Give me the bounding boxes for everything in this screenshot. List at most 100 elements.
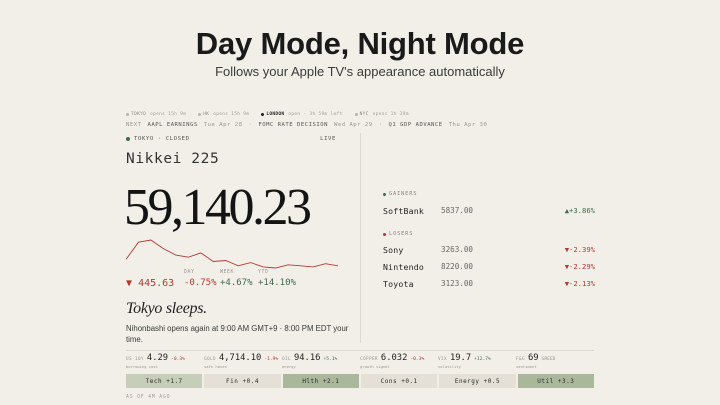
stock-change: ▼-2.39% [564,245,595,254]
status-dot-icon [126,137,130,141]
ticker-fear-greed[interactable]: F&G 69 GREED sentiment [516,353,594,369]
event-date: Tue Apr 28 [203,122,243,128]
change-points-value: 445.63 [138,278,175,289]
event-date: Thu Apr 30 [448,122,488,128]
stock-change: ▼-2.29% [564,262,595,271]
loser-row[interactable]: Nintendo 8220.00 ▼-2.29% [383,258,595,275]
losers-dot-icon [383,232,386,236]
market-status: opens 15h 9m [150,112,187,117]
ticker-symbol: US 10Y [126,357,144,362]
tagline: Tokyo sleeps. [126,300,207,317]
event-name[interactable]: FOMC RATE DECISION [258,122,328,128]
stock-name: Nintendo [383,261,425,272]
index-name: Nikkei 225 [126,151,220,167]
event-date: Wed Apr 29 [333,122,373,128]
stock-name: Toyota [383,278,414,289]
loser-row[interactable]: Toyota 3123.00 ▼-2.13% [383,275,595,292]
stock-name: Sony [383,244,404,255]
sector-tile-energy[interactable]: Energy +0.5 [439,374,516,388]
stat-value: +14.10% [258,278,296,288]
next-label: NEXT [126,122,142,128]
price-sparkline [126,239,338,269]
gainers-dot-icon [383,192,386,196]
stat-day: DAY -0.75% [184,270,220,289]
market-status-dot-icon [126,113,129,116]
ticker-gold[interactable]: GOLD 4,714.10 -1.9% safe haven [204,353,282,369]
losers-title: LOSERS [389,231,414,237]
loser-row[interactable]: Sony 3263.00 ▼-2.39% [383,241,595,258]
index-price: 59,140.23 [124,179,312,236]
ticker-oil[interactable]: OIL 94.16 +5.1% energy [282,353,360,369]
sector-tile-health[interactable]: Hlth +2.1 [282,374,359,388]
stat-value: +4.67% [220,278,253,288]
macro-tickers: US 10Y 4.29 -0.3% borrowing cost GOLD 4,714… [126,353,594,369]
market-name: HK [203,112,210,117]
opens-text: Nihonbashi opens again at 9:00 AM GMT+9 … [126,324,349,344]
stat-week: WEEK +4.67% [220,270,258,289]
event-name[interactable]: AAPL EARNINGS [147,122,197,128]
gainers-section: GAINERS SoftBank 5837.00 ▲+3.86% [383,191,595,219]
event-separator: · [378,122,383,128]
sparkline-path [126,239,338,269]
ticker-change: -1.9% [264,357,279,362]
ticker-vix[interactable]: VIX 19.7 +12.7% volatility [438,353,516,369]
stat-label: YTD [258,270,269,275]
index-stats: ▼ 445.63 DAY -0.75% WEEK +4.67% YTD +14.… [126,270,298,289]
ticker-symbol: VIX [438,357,447,362]
as-of-timestamp: AS OF 4M AGO [126,395,171,400]
ticker-caption: energy [282,364,296,369]
ticker-change: +5.1% [323,357,338,362]
market-status-label: TOKYO · CLOSED [134,136,190,142]
hero-title: Day Mode, Night Mode [195,26,525,61]
ticker-change: -0.3% [410,357,425,362]
market-status-dot-icon [261,113,265,116]
horizontal-divider [126,350,594,351]
losers-heading: LOSERS [383,231,595,237]
ticker-us10y[interactable]: US 10Y 4.29 -0.3% borrowing cost [126,353,204,369]
ticker-value: 19.7 [449,353,472,363]
ticker-value: 69 [527,353,539,363]
market-nyc[interactable]: NYC opens 1h 39m [354,112,409,117]
stock-change: ▲+3.86% [564,206,595,215]
event-separator: · [248,122,253,128]
ticker-symbol: F&G [516,357,525,362]
down-arrow-icon: ▼ [126,278,133,289]
market-status: opens 1h 39m [372,112,409,117]
sector-heatmap: Tech +1.7 Fin +0.4 Hlth +2.1 Cons +0.1 E… [126,374,594,388]
ticker-change: GREED [541,357,556,362]
event-name[interactable]: Q1 GDP ADVANCE [389,122,443,128]
vertical-divider [360,133,361,343]
upcoming-events: NEXT AAPL EARNINGS Tue Apr 28 · FOMC RAT… [126,122,487,128]
stock-change: ▼-2.13% [564,279,595,288]
market-status-row: TOKYO · CLOSED LIVE [126,136,336,142]
live-badge: LIVE [320,136,336,142]
market-hours-bar: TOKYO opens 15h 9m HK opens 15h 9m LONDON o… [126,112,409,117]
gainers-title: GAINERS [389,191,418,197]
stock-price: 3263.00 [441,245,474,254]
gainers-heading: GAINERS [383,191,595,197]
market-tokyo[interactable]: TOKYO opens 15h 9m [126,112,186,117]
ticker-value: 4,714.10 [218,353,262,363]
sector-tile-util[interactable]: Util +3.3 [517,374,594,388]
ticker-symbol: OIL [282,357,291,362]
stock-price: 5837.00 [441,206,474,215]
stat-label: WEEK [220,270,234,275]
sector-tile-fin[interactable]: Fin +0.4 [204,374,281,388]
ticker-caption: volatility [438,364,461,369]
market-status-dot-icon [198,113,202,116]
gainer-row[interactable]: SoftBank 5837.00 ▲+3.86% [383,202,595,219]
market-hk[interactable]: HK opens 15h 9m [198,112,249,117]
sector-tile-cons[interactable]: Cons +0.1 [360,374,438,388]
stock-price: 8220.00 [441,262,474,271]
stock-name: SoftBank [383,205,425,216]
stat-label: DAY [184,270,195,275]
market-name: TOKYO [131,112,147,117]
sector-tile-tech[interactable]: Tech +1.7 [126,374,203,388]
ticker-change: -0.3% [171,357,185,362]
market-london[interactable]: LONDON open · 3h 59m left [261,112,342,117]
ticker-caption: safe haven [204,364,227,369]
ticker-symbol: GOLD [204,357,216,362]
ticker-change: +12.7% [474,357,491,362]
market-status: opens 15h 9m [213,112,250,117]
ticker-copper[interactable]: COPPER 6.032 -0.3% growth signal [360,353,438,369]
